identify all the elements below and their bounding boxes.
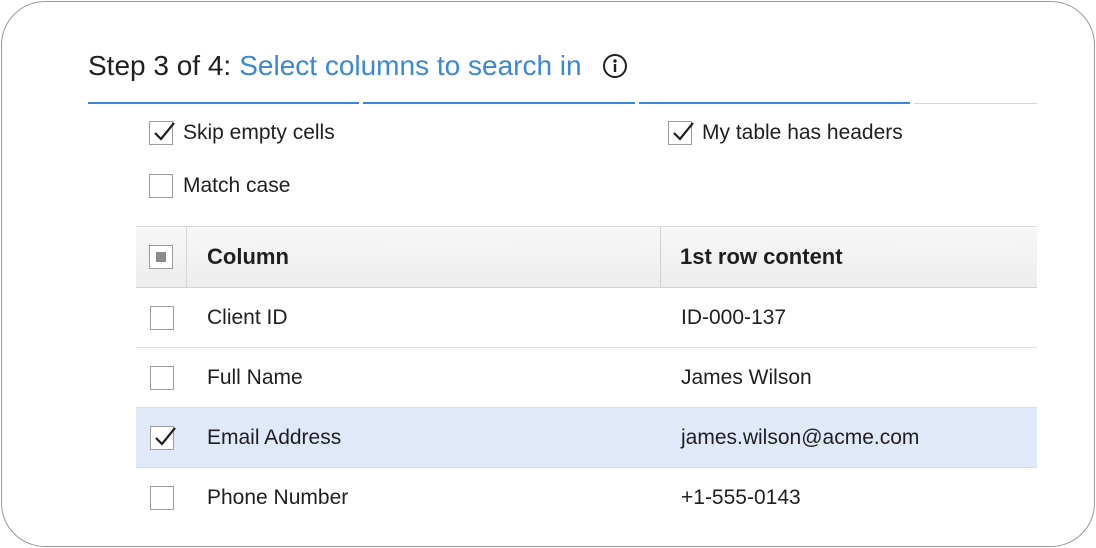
select-all-cell	[136, 227, 187, 287]
match-case-checkbox[interactable]	[149, 174, 173, 198]
first-row-content-cell: ID-000-137	[681, 305, 787, 329]
skip-empty-cells-checkbox[interactable]	[149, 121, 175, 145]
table-has-headers-option[interactable]: My table has headers	[668, 121, 903, 145]
select-all-checkbox[interactable]	[149, 245, 173, 269]
progress-step-1	[88, 102, 359, 104]
info-circle-icon[interactable]	[602, 53, 628, 79]
step-title: Select columns to search in	[239, 50, 582, 81]
row-checkbox[interactable]	[149, 305, 174, 330]
checkmark-icon	[154, 122, 175, 141]
first-row-content-cell: +1-555-0143	[681, 486, 801, 509]
columns-table: Column 1st row content Client ID ID-000-…	[136, 226, 1037, 528]
checkmark-icon	[154, 426, 176, 446]
match-case-option[interactable]: Match case	[149, 174, 290, 198]
progress-step-4	[914, 103, 1037, 104]
skip-empty-cells-label: Skip empty cells	[183, 121, 335, 144]
table-has-headers-checkbox[interactable]	[668, 121, 694, 145]
progress-step-3	[639, 102, 910, 104]
step-header: Step 3 of 4: Select columns to search in	[88, 46, 628, 86]
dialog-frame: Step 3 of 4: Select columns to search in…	[1, 1, 1095, 547]
column-name-cell: Email Address	[207, 425, 342, 449]
step-prefix: Step 3 of 4:	[88, 50, 232, 81]
checkmark-icon	[673, 122, 694, 141]
table-header-row: Column 1st row content	[136, 226, 1037, 288]
first-row-content-header[interactable]: 1st row content	[661, 227, 843, 287]
column-header[interactable]: Column	[187, 227, 661, 287]
table-row[interactable]: Full Name James Wilson	[136, 348, 1037, 408]
table-has-headers-label: My table has headers	[702, 121, 903, 144]
column-name-cell: Phone Number	[207, 486, 349, 509]
progress-step-2	[363, 102, 635, 104]
table-row[interactable]: Client ID ID-000-137	[136, 288, 1037, 348]
column-name-cell: Full Name	[207, 365, 303, 389]
column-name-cell: Client ID	[207, 305, 288, 329]
table-row[interactable]: Email Address james.wilson@acme.com	[136, 408, 1037, 468]
row-checkbox[interactable]	[149, 425, 176, 450]
first-row-content-cell: james.wilson@acme.com	[681, 425, 920, 449]
table-row[interactable]: Phone Number +1-555-0143	[136, 468, 1037, 528]
row-checkbox[interactable]	[149, 486, 174, 510]
match-case-label: Match case	[183, 174, 291, 197]
row-checkbox[interactable]	[149, 365, 174, 390]
first-row-content-cell: James Wilson	[681, 365, 812, 389]
skip-empty-cells-option[interactable]: Skip empty cells	[149, 121, 335, 145]
